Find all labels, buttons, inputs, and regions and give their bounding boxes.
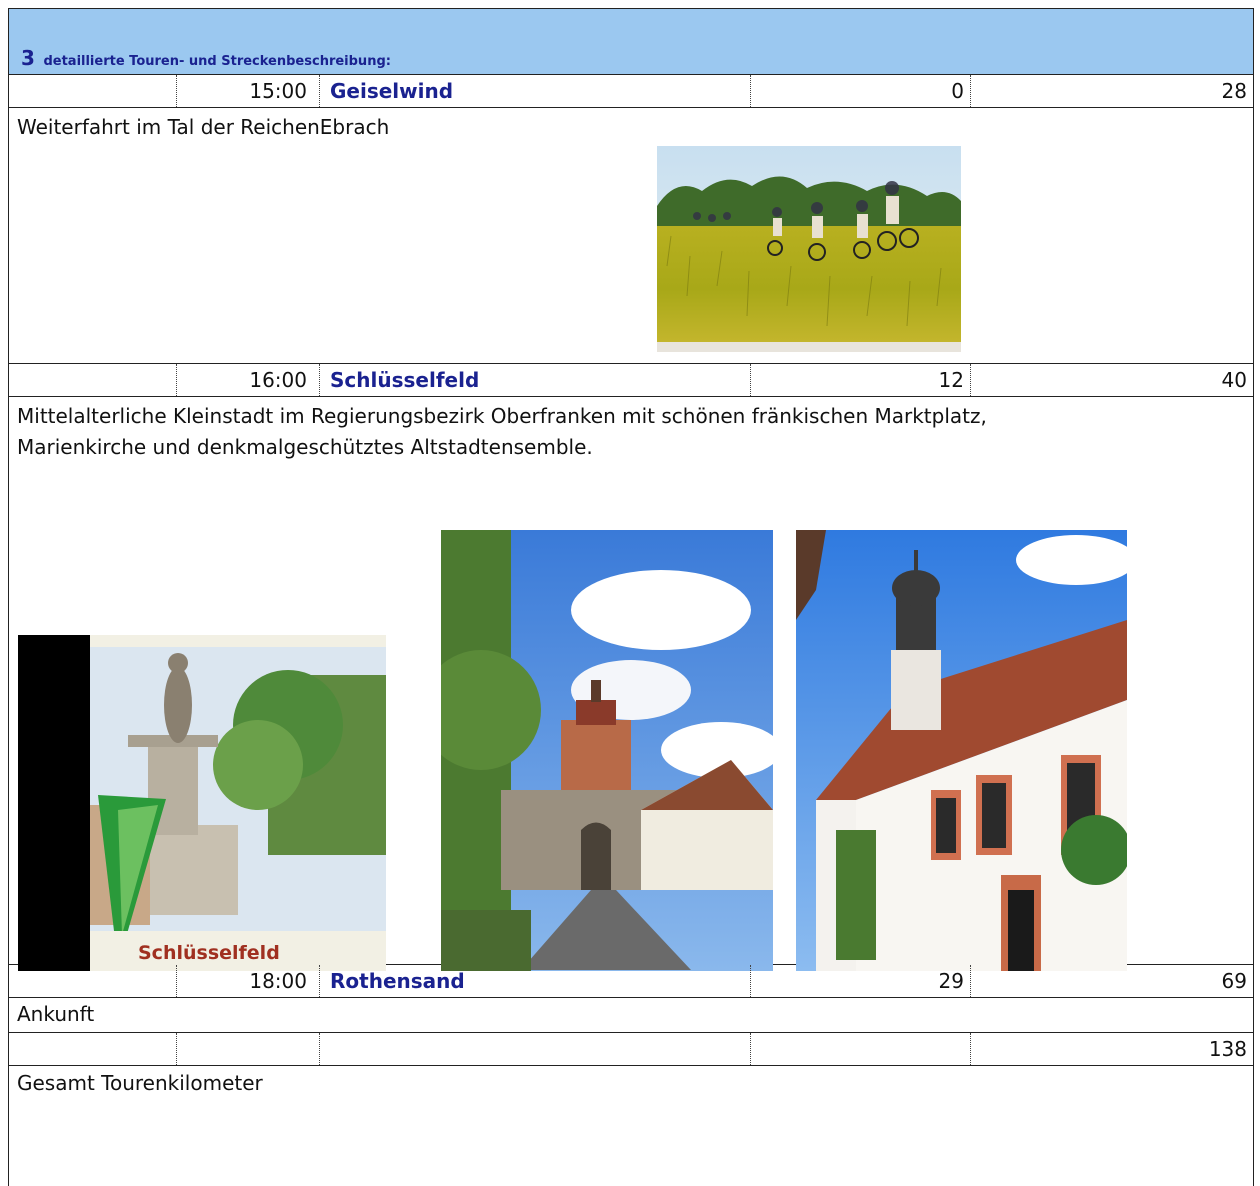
stop-place: Rothensand [320, 965, 751, 997]
section-title: 3 detaillierte Touren- und Streckenbesch… [21, 46, 391, 70]
stop-km: 29 [751, 965, 971, 997]
description-line-2: Marienkirche und denkmalgeschütztes Alts… [17, 435, 593, 459]
stop-total-km: 69 [1221, 969, 1247, 993]
stop-description-rothensand: Ankunft [9, 998, 1253, 1033]
empty-cell [9, 364, 177, 396]
stop-time: 18:00 [177, 965, 320, 997]
stop-description-schluesselfeld: Mittelalterliche Kleinstadt im Regierung… [9, 397, 1253, 971]
stop-total-km: 28 [1221, 79, 1247, 103]
empty-cell [9, 75, 177, 107]
stop-place: Geiselwind [320, 75, 751, 107]
tour-sheet: 3 detaillierte Touren- und Streckenbesch… [8, 8, 1254, 1186]
stop-row-rothensand: 18:00 Rothensand 29 69 [9, 965, 1253, 998]
stop-place: Schlüsselfeld [320, 364, 751, 396]
section-title-text: detaillierte Touren- und Streckenbeschre… [43, 54, 391, 69]
church-photo [796, 530, 1127, 971]
description-line-1: Mittelalterliche Kleinstadt im Regierung… [17, 404, 987, 428]
empty-cell [9, 965, 177, 997]
empty-cell [177, 1033, 320, 1065]
description-text: Mittelalterliche Kleinstadt im Regierung… [17, 401, 1247, 463]
description-text: Ankunft [17, 1002, 95, 1026]
cyclists-photo [657, 146, 961, 352]
stop-total-km: 40 [1221, 368, 1247, 392]
empty-cell [320, 1033, 751, 1065]
fountain-logo-photo: Schlüsselfeld [18, 635, 386, 971]
stop-row-geiselwind: 15:00 Geiselwind 0 28 [9, 75, 1253, 108]
stop-time: 16:00 [177, 364, 320, 396]
stop-km: 12 [751, 364, 971, 396]
stop-row-schluesselfeld: 16:00 Schlüsselfeld 12 40 [9, 364, 1253, 397]
empty-cell [9, 1033, 177, 1065]
stop-km: 0 [751, 75, 971, 107]
summary-row: 138 [9, 1033, 1253, 1066]
section-header: 3 detaillierte Touren- und Streckenbesch… [9, 9, 1253, 75]
logo-text: Schlüsselfeld [138, 942, 280, 964]
empty-cell [751, 1033, 971, 1065]
summary-total-km: 138 [1208, 1037, 1247, 1061]
town-gate-photo [441, 530, 773, 971]
summary-label: Gesamt Tourenkilometer [17, 1071, 263, 1095]
stop-description-geiselwind: Weiterfahrt im Tal der ReichenEbrach [9, 108, 1253, 364]
summary-label-row: Gesamt Tourenkilometer [9, 1066, 1253, 1106]
stop-time: 15:00 [177, 75, 320, 107]
section-number: 3 [21, 46, 35, 70]
description-text: Weiterfahrt im Tal der ReichenEbrach [17, 115, 390, 139]
